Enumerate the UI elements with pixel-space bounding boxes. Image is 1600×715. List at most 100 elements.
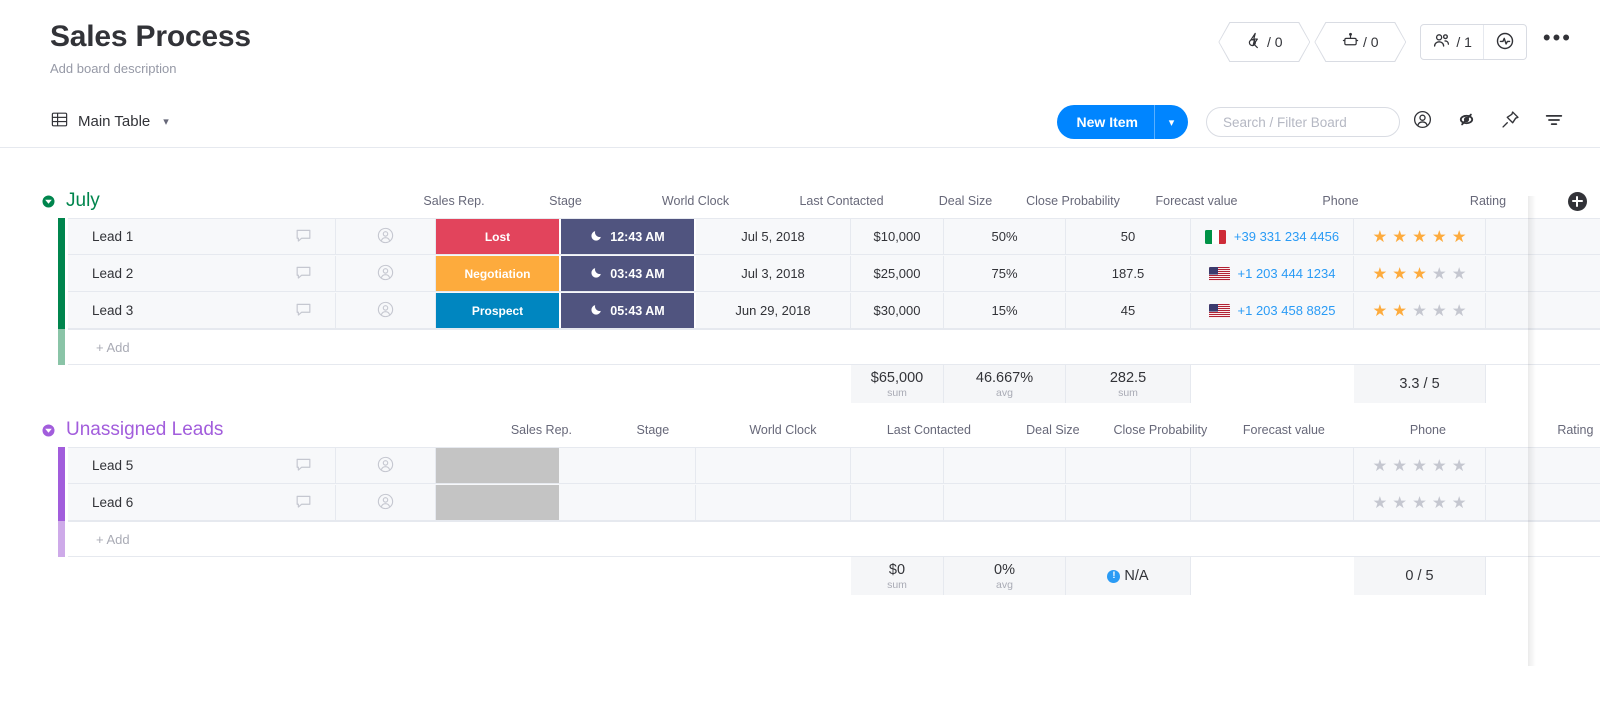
column-header-deal[interactable]: Deal Size	[919, 194, 1012, 208]
table-row[interactable]: Lead 3 Prospect 05:43 AM Jun 29, 2018 $30,…	[58, 292, 1600, 329]
cell-close-probability[interactable]	[944, 485, 1066, 520]
cell-sales-rep[interactable]	[336, 485, 436, 520]
rating-stars[interactable]: ★ ★ ★ ★ ★	[1373, 228, 1467, 245]
new-item-button[interactable]: New Item ▾	[1056, 105, 1188, 139]
rating-stars[interactable]: ★ ★ ★ ★ ★	[1373, 265, 1467, 282]
cell-rating[interactable]: ★ ★ ★ ★ ★	[1354, 293, 1486, 328]
column-header-clock[interactable]: World Clock	[627, 194, 764, 208]
column-header-clock[interactable]: World Clock	[714, 423, 851, 437]
add-item-row[interactable]: + Add	[58, 329, 1600, 365]
cell-item-name[interactable]: Lead 5	[68, 448, 336, 483]
cell-rating[interactable]: ★ ★ ★ ★ ★	[1354, 256, 1486, 291]
rating-stars[interactable]: ★ ★ ★ ★ ★	[1373, 494, 1467, 511]
add-column-button[interactable]	[1554, 191, 1600, 211]
cell-forecast-value[interactable]: 45	[1066, 293, 1191, 328]
cell-phone[interactable]: +1 203 444 1234	[1191, 256, 1354, 291]
chat-bubble-icon[interactable]	[294, 300, 313, 322]
cell-stage[interactable]: Prospect	[436, 293, 559, 328]
column-header-stage[interactable]: Stage	[591, 423, 714, 437]
automations-button[interactable]: / 0	[1218, 22, 1311, 62]
star-icon[interactable]: ★	[1412, 302, 1427, 319]
cell-world-clock[interactable]	[559, 485, 696, 520]
star-icon[interactable]: ★	[1412, 457, 1427, 474]
cell-forecast-value[interactable]: 187.5	[1066, 256, 1191, 291]
new-item-chevron-down-icon[interactable]: ▾	[1154, 105, 1188, 139]
cell-last-contacted[interactable]: Jul 3, 2018	[696, 256, 851, 291]
cell-rating[interactable]: ★ ★ ★ ★ ★	[1354, 485, 1486, 520]
table-row[interactable]: Lead 2 Negotiation 03:43 AM Jul 3, 2018 $2…	[58, 255, 1600, 292]
cell-item-name[interactable]: Lead 1	[68, 219, 336, 254]
star-icon[interactable]: ★	[1452, 494, 1467, 511]
cell-stage[interactable]: Negotiation	[436, 256, 559, 291]
cell-phone[interactable]	[1191, 448, 1354, 483]
star-icon[interactable]: ★	[1412, 494, 1427, 511]
star-icon[interactable]: ★	[1412, 228, 1427, 245]
activity-log-button[interactable]	[1484, 25, 1526, 59]
column-header-phone[interactable]: Phone	[1259, 194, 1422, 208]
chat-bubble-icon[interactable]	[294, 455, 313, 477]
cell-deal-size[interactable]	[851, 448, 944, 483]
cell-last-contacted[interactable]: Jul 5, 2018	[696, 219, 851, 254]
collapse-arrow-icon[interactable]	[40, 422, 56, 438]
cell-stage[interactable]	[436, 485, 559, 520]
star-icon[interactable]: ★	[1392, 457, 1407, 474]
phone-number[interactable]: +1 203 444 1234	[1238, 266, 1336, 281]
cell-last-contacted[interactable]	[696, 485, 851, 520]
cell-sales-rep[interactable]	[336, 448, 436, 483]
star-icon[interactable]: ★	[1452, 265, 1467, 282]
star-icon[interactable]: ★	[1392, 494, 1407, 511]
cell-forecast-value[interactable]	[1066, 485, 1191, 520]
rating-stars[interactable]: ★ ★ ★ ★ ★	[1373, 457, 1467, 474]
cell-world-clock[interactable]: 05:43 AM	[559, 293, 696, 328]
more-options-button[interactable]: •••	[1543, 27, 1572, 51]
column-header-person[interactable]: Sales Rep.	[491, 423, 591, 437]
column-header-date[interactable]: Last Contacted	[764, 194, 919, 208]
column-header-phone[interactable]: Phone	[1346, 423, 1509, 437]
summary-deal-size[interactable]: $0 sum	[851, 557, 944, 595]
column-header-date[interactable]: Last Contacted	[851, 423, 1006, 437]
star-icon[interactable]: ★	[1432, 265, 1447, 282]
cell-world-clock[interactable]: 12:43 AM	[559, 219, 696, 254]
cell-forecast-value[interactable]: 50	[1066, 219, 1191, 254]
summary-deal-size[interactable]: $65,000 sum	[851, 365, 944, 403]
star-icon[interactable]: ★	[1432, 494, 1447, 511]
star-icon[interactable]: ★	[1373, 228, 1388, 245]
column-header-deal[interactable]: Deal Size	[1006, 423, 1099, 437]
group-title[interactable]: July	[66, 189, 100, 213]
cell-close-probability[interactable]	[944, 448, 1066, 483]
star-icon[interactable]: ★	[1432, 302, 1447, 319]
column-header-person[interactable]: Sales Rep.	[404, 194, 504, 208]
cell-phone[interactable]: +39 331 234 4456	[1191, 219, 1354, 254]
star-icon[interactable]: ★	[1373, 457, 1388, 474]
hide-columns-button[interactable]	[1444, 102, 1488, 142]
rating-stars[interactable]: ★ ★ ★ ★ ★	[1373, 302, 1467, 319]
cell-sales-rep[interactable]	[336, 219, 436, 254]
search-filter-box[interactable]	[1206, 107, 1400, 137]
star-icon[interactable]: ★	[1373, 265, 1388, 282]
column-header-forecast[interactable]: Forecast value	[1221, 423, 1346, 437]
integrations-button[interactable]: / 0	[1314, 22, 1407, 62]
cell-phone[interactable]: +1 203 458 8825	[1191, 293, 1354, 328]
summary-rating[interactable]: 3.3 / 5	[1354, 365, 1486, 403]
members-button[interactable]: / 1	[1421, 25, 1483, 59]
summary-close-probability[interactable]: 46.667% avg	[944, 365, 1066, 403]
summary-forecast-value[interactable]: 282.5 sum	[1066, 365, 1191, 403]
plus-circle-icon[interactable]	[1567, 191, 1587, 211]
summary-close-probability[interactable]: 0% avg	[944, 557, 1066, 595]
cell-deal-size[interactable]: $25,000	[851, 256, 944, 291]
collapse-arrow-icon[interactable]	[40, 193, 56, 209]
cell-close-probability[interactable]: 15%	[944, 293, 1066, 328]
cell-deal-size[interactable]: $30,000	[851, 293, 944, 328]
summary-rating[interactable]: 0 / 5	[1354, 557, 1486, 595]
cell-item-name[interactable]: Lead 6	[68, 485, 336, 520]
chat-bubble-icon[interactable]	[294, 226, 313, 248]
cell-close-probability[interactable]: 50%	[944, 219, 1066, 254]
star-icon[interactable]: ★	[1373, 302, 1388, 319]
column-header-stage[interactable]: Stage	[504, 194, 627, 208]
star-icon[interactable]: ★	[1373, 494, 1388, 511]
column-header-rating[interactable]: Rating	[1509, 423, 1600, 437]
tab-main-table[interactable]: Main Table ▾	[50, 110, 169, 133]
group-title[interactable]: Unassigned Leads	[66, 418, 223, 442]
star-icon[interactable]: ★	[1412, 265, 1427, 282]
star-icon[interactable]: ★	[1392, 228, 1407, 245]
